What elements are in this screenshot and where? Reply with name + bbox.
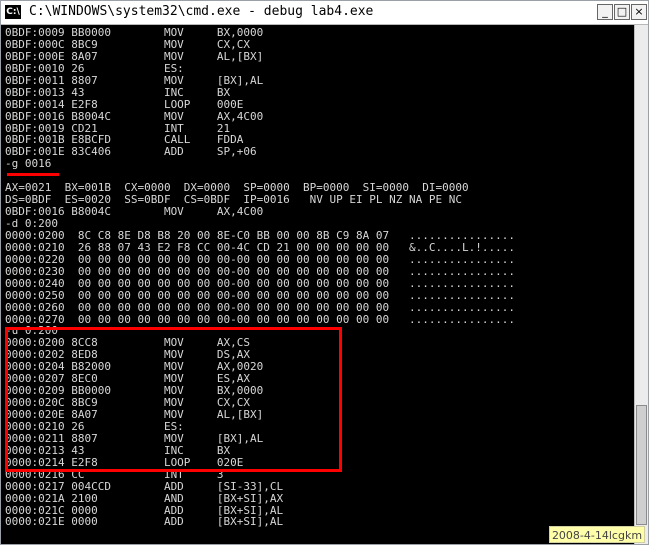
console-line: 0BDF:0016 B8004C MOV AX,4C00: [5, 205, 264, 219]
console-line: -g 0016: [5, 157, 52, 171]
console-line: 0BDF:0014 E2F8 LOOP 000E: [5, 97, 244, 111]
window-title: C:\WINDOWS\system32\cmd.exe - debug lab4…: [29, 4, 374, 19]
minimize-button[interactable]: _: [597, 4, 613, 20]
console-line: 0000:0220 00 00 00 00 00 00 00 00-00 00 …: [5, 252, 515, 266]
console-line: 0BDF:0011 8807 MOV [BX],AL: [5, 73, 264, 87]
console-line: 0000:0217 004CCD ADD [SI-33],CL: [5, 479, 284, 493]
console-window: C:\ C:\WINDOWS\system32\cmd.exe - debug …: [0, 0, 649, 545]
maximize-button[interactable]: □: [614, 4, 630, 20]
scrollbar-thumb[interactable]: [636, 405, 647, 525]
title-bar[interactable]: C:\ C:\WINDOWS\system32\cmd.exe - debug …: [1, 1, 648, 25]
highlight-box-annotation: [5, 327, 342, 472]
cmd-icon[interactable]: C:\: [5, 5, 21, 19]
console-line: 0000:021E 0000 ADD [BX+SI],AL: [5, 515, 284, 529]
console-line: 0000:0230 00 00 00 00 00 00 00 00-00 00 …: [5, 264, 515, 278]
vertical-scrollbar[interactable]: [634, 25, 648, 544]
date-watermark: 2008-4-14lcgkm: [549, 526, 645, 543]
console-line: 0000:0250 00 00 00 00 00 00 00 00-00 00 …: [5, 288, 515, 302]
console-line: 0000:021A 2100 AND [BX+SI],AX: [5, 491, 284, 505]
console-line: 0BDF:0010 26 ES:: [5, 61, 184, 75]
console-line: 0000:0260 00 00 00 00 00 00 00 00-00 00 …: [5, 300, 515, 314]
console-line: 0000:0270 00 00 00 00 00 00 00 00-00 00 …: [5, 312, 515, 326]
console-line: 0BDF:0016 B8004C MOV AX,4C00: [5, 109, 264, 123]
close-button[interactable]: ×: [631, 4, 647, 20]
console-line: 0000:0240 00 00 00 00 00 00 00 00-00 00 …: [5, 276, 515, 290]
console-line: 0BDF:0013 43 INC BX: [5, 85, 231, 99]
underline-annotation: [7, 173, 59, 176]
console-line: 0BDF:001E 83C406 ADD SP,+06: [5, 145, 257, 159]
